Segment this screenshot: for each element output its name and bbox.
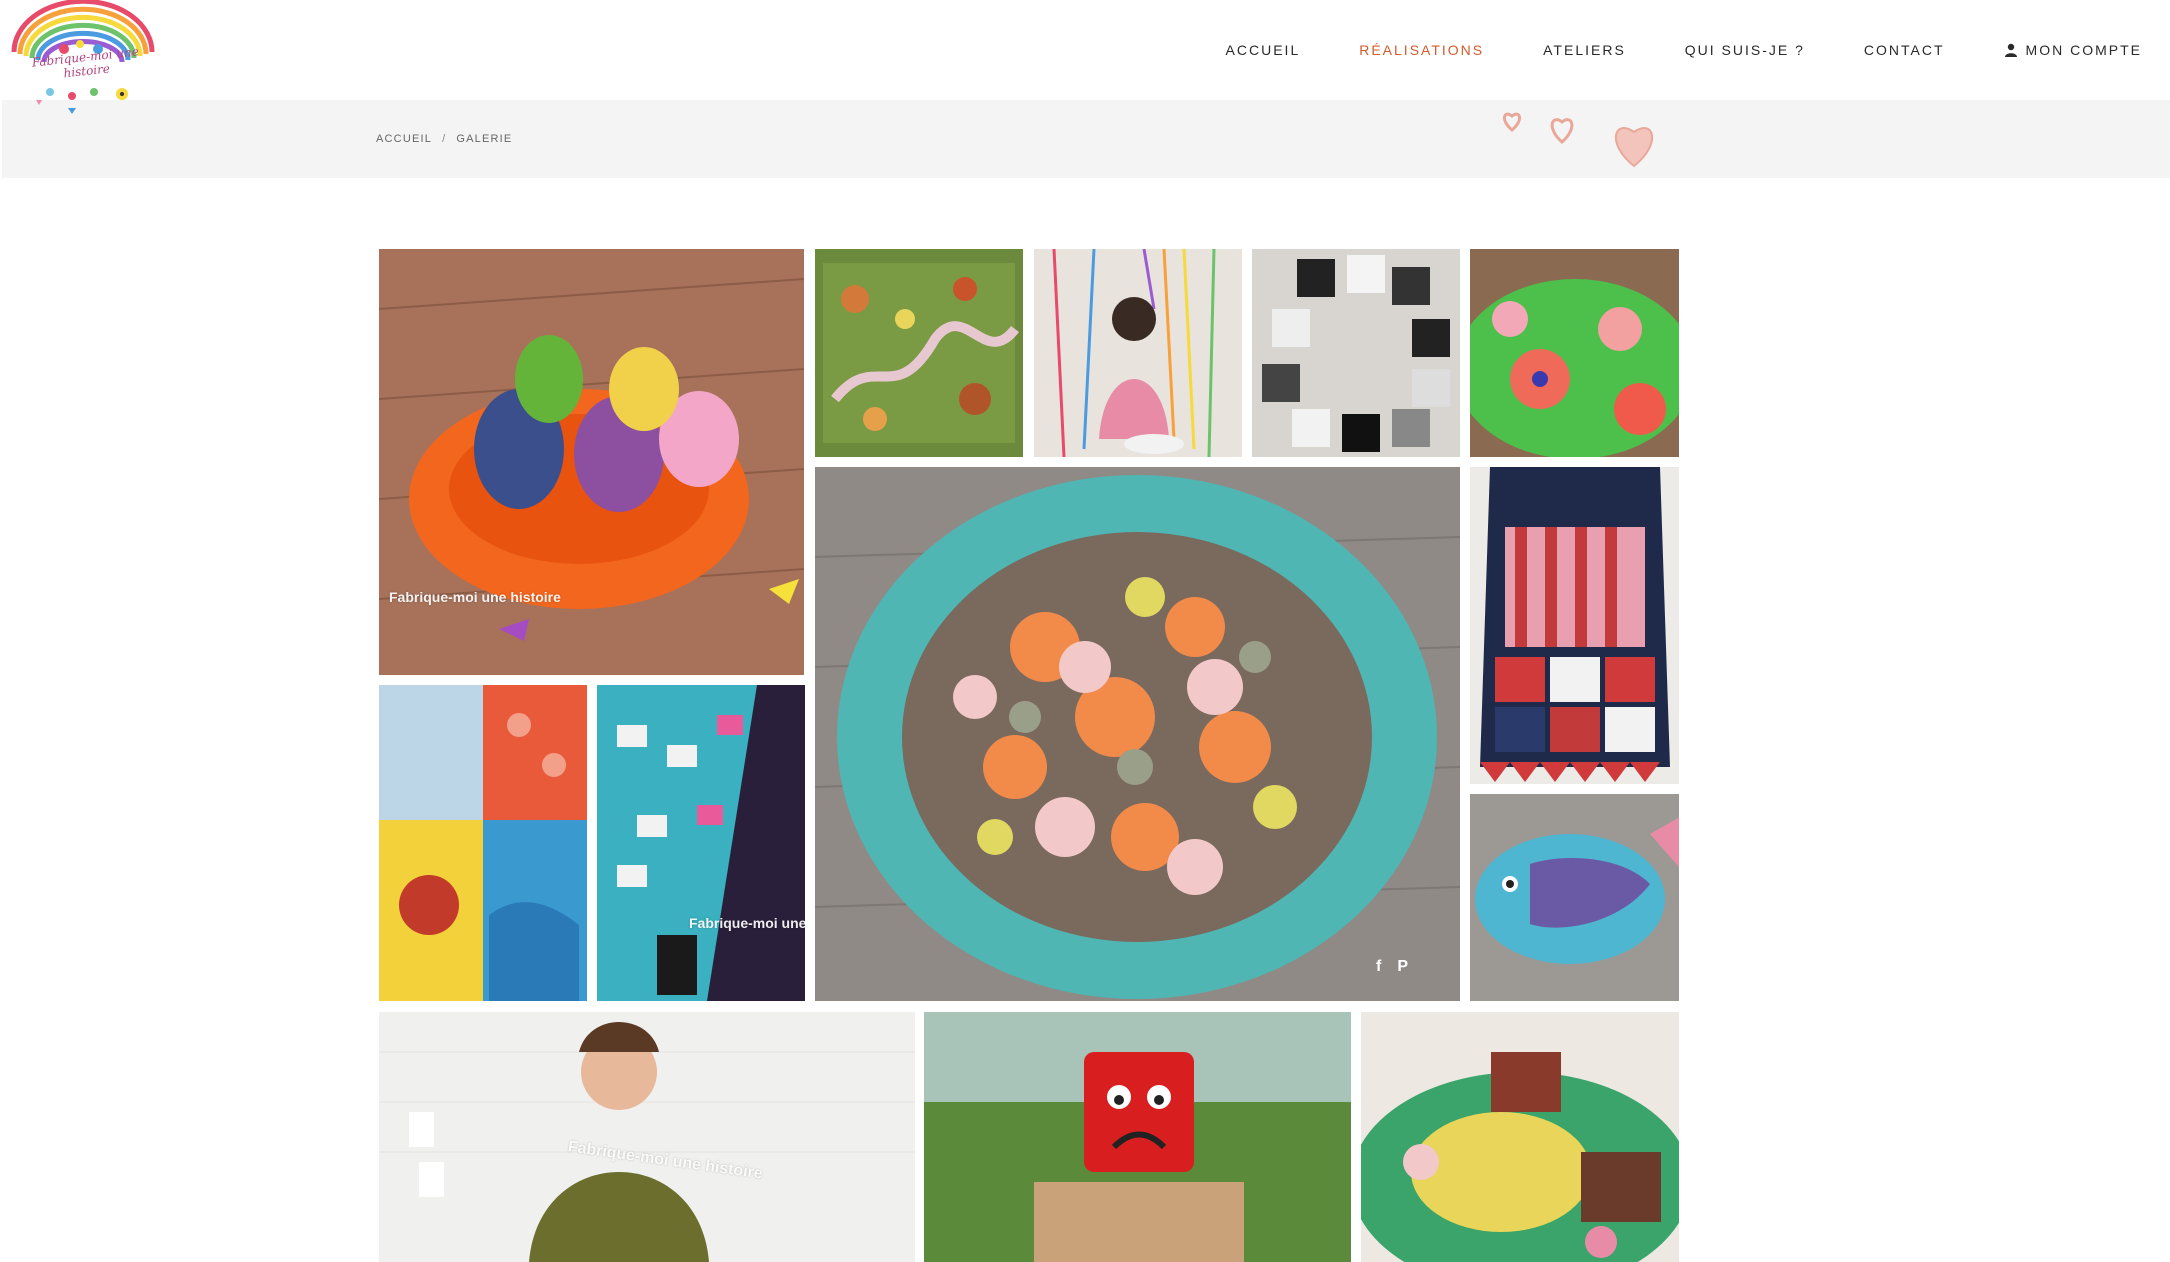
- breadcrumb-band: [2, 100, 2170, 178]
- user-icon: [2004, 43, 2018, 57]
- nav-contact[interactable]: CONTACT: [1864, 42, 1945, 58]
- gallery-photo-easter-eggs[interactable]: Fabrique-moi une histoire: [379, 249, 804, 675]
- hearts-decoration: [1496, 104, 1671, 174]
- gallery-photo-portrait[interactable]: Fabrique-moi une histoire: [379, 1012, 915, 1262]
- nav-mon-compte[interactable]: MON COMPTE: [2004, 42, 2142, 58]
- breadcrumb-separator: /: [442, 133, 447, 145]
- breadcrumb: ACCUEIL / GALERIE: [376, 133, 512, 145]
- gallery-photo-angry-pillow[interactable]: [924, 1012, 1351, 1262]
- main-nav: ACCUEIL RÉALISATIONS ATELIERS QUI SUIS-J…: [1167, 0, 2142, 100]
- gallery-photo-contrast-squares[interactable]: [1252, 249, 1460, 457]
- nav-realisations[interactable]: RÉALISATIONS: [1359, 42, 1484, 58]
- gallery-photo-flower-mat[interactable]: [1470, 249, 1679, 457]
- pinterest-icon[interactable]: P: [1397, 958, 1408, 976]
- facebook-icon[interactable]: f: [1376, 958, 1381, 976]
- site-header: Fabrique-moi une histoire ACCUEIL RÉALIS…: [0, 0, 2170, 114]
- nav-label: QUI SUIS-JE ?: [1684, 42, 1805, 58]
- share-icons: f P: [1376, 958, 1408, 976]
- nav-ateliers[interactable]: ATELIERS: [1543, 42, 1626, 58]
- site-logo[interactable]: Fabrique-moi une histoire: [6, 0, 158, 116]
- gallery-photo-circus-apron[interactable]: [1470, 467, 1679, 784]
- breadcrumb-current: GALERIE: [456, 133, 513, 145]
- nav-label: CONTACT: [1863, 42, 1945, 58]
- nav-accueil[interactable]: ACCUEIL: [1226, 42, 1301, 58]
- nav-label: ACCUEIL: [1225, 42, 1301, 58]
- watermark: Fabrique-moi une histoire: [389, 589, 561, 605]
- nav-label: RÉALISATIONS: [1359, 42, 1485, 58]
- breadcrumb-home[interactable]: ACCUEIL: [376, 133, 432, 145]
- gallery-photo-nature-mat[interactable]: [815, 249, 1023, 457]
- nav-qui-suis-je[interactable]: QUI SUIS-JE ?: [1685, 42, 1805, 58]
- gallery-photo-child-ribbons[interactable]: [1034, 249, 1242, 457]
- gallery-photo-leaf-mat[interactable]: [815, 467, 1460, 1001]
- nav-label: MON COMPTE: [2025, 42, 2142, 58]
- gallery-photo-playmat-house[interactable]: [1361, 1012, 1679, 1262]
- watermark: Fabrique-moi une: [689, 915, 805, 931]
- nav-label: ATELIERS: [1543, 42, 1626, 58]
- gallery-photo-patchwork[interactable]: [379, 685, 587, 1001]
- gallery-photo-fabric-strip[interactable]: Fabrique-moi une: [597, 685, 805, 1001]
- gallery-photo-fish[interactable]: [1470, 794, 1679, 1001]
